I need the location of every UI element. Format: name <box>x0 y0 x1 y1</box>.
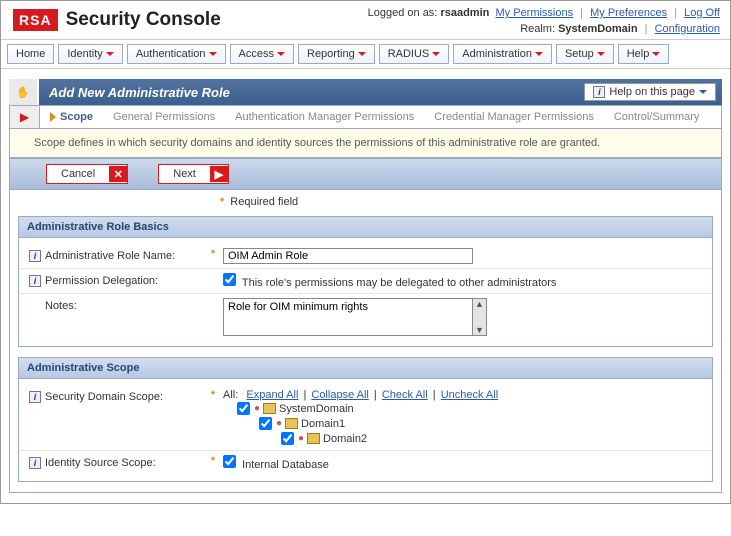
brand: RSA Security Console <box>13 5 221 31</box>
my-permissions-link[interactable]: My Permissions <box>495 7 573 19</box>
wizard-header: ✋ Add New Administrative Role i Help on … <box>9 79 722 105</box>
notes-label: Notes: <box>45 300 77 312</box>
uncheck-all-link[interactable]: Uncheck All <box>441 389 498 401</box>
tab-scope[interactable]: Scope <box>40 106 103 128</box>
tree-node-systemdomain[interactable]: ● SystemDomain <box>237 401 702 416</box>
tab-nav-arrow[interactable]: ▶ <box>10 106 40 128</box>
menu-radius[interactable]: RADIUS <box>379 44 450 64</box>
main-panel: Cancel✕ Next▶ *Required field Administra… <box>9 158 722 493</box>
expand-all-link[interactable]: Expand All <box>246 389 298 401</box>
role-name-label: Administrative Role Name: <box>45 250 175 262</box>
help-on-page-button[interactable]: i Help on this page <box>584 83 716 101</box>
permission-delegation-label: Permission Delegation: <box>45 275 158 287</box>
tree-node-domain2[interactable]: ● Domain2 <box>281 431 702 446</box>
tree-action-links: All: Expand All | Collapse All | Check A… <box>223 389 702 401</box>
chevron-down-icon <box>699 90 707 94</box>
chevron-down-icon <box>535 52 543 56</box>
tree-node-label: Domain2 <box>323 433 367 445</box>
collapse-all-link[interactable]: Collapse All <box>311 389 368 401</box>
tab-auth-manager-permissions[interactable]: Authentication Manager Permissions <box>225 106 424 128</box>
chevron-down-icon <box>432 52 440 56</box>
tree-node-domain1[interactable]: ● Domain1 <box>259 416 702 431</box>
menu-administration[interactable]: Administration <box>453 44 552 64</box>
notes-textarea[interactable]: Role for OIM minimum rights <box>223 298 473 336</box>
folder-icon <box>263 403 276 414</box>
folder-icon <box>285 418 298 429</box>
required-note: *Required field <box>10 190 721 214</box>
tree-node-label: SystemDomain <box>279 403 354 415</box>
chevron-down-icon <box>277 52 285 56</box>
chevron-down-icon <box>652 52 660 56</box>
arrow-right-icon <box>50 112 56 122</box>
role-name-input[interactable] <box>223 248 473 264</box>
chevron-down-icon <box>106 52 114 56</box>
identity-source-checkbox[interactable] <box>223 455 236 468</box>
logged-on-user: rsaadmin <box>440 7 489 19</box>
console-title: Security Console <box>66 9 221 31</box>
wizard-tabs: ▶ Scope General Permissions Authenticati… <box>9 105 722 129</box>
chevron-down-icon <box>209 52 217 56</box>
folder-icon <box>307 433 320 444</box>
wizard: ✋ Add New Administrative Role i Help on … <box>9 79 722 493</box>
tab-cred-manager-permissions[interactable]: Credential Manager Permissions <box>424 106 604 128</box>
top-bar: RSA Security Console Logged on as: rsaad… <box>1 1 730 39</box>
permission-delegation-checkbox[interactable] <box>223 273 236 286</box>
wizard-icon: ✋ <box>9 79 39 105</box>
realm-value: SystemDomain <box>558 23 637 35</box>
close-icon: ✕ <box>109 166 127 182</box>
wizard-description: Scope defines in which security domains … <box>9 129 722 158</box>
menu-help[interactable]: Help <box>618 44 670 64</box>
section-scope-header: Administrative Scope <box>18 357 713 379</box>
tree-checkbox[interactable] <box>259 417 272 430</box>
tree-node-label: Domain1 <box>301 418 345 430</box>
domain-icon: ● <box>276 418 282 429</box>
security-domain-scope-label: Security Domain Scope: <box>45 391 163 403</box>
menu-home[interactable]: Home <box>7 44 54 64</box>
info-icon[interactable]: i <box>29 457 41 469</box>
check-all-link[interactable]: Check All <box>382 389 428 401</box>
permission-delegation-text: This role's permissions may be delegated… <box>242 277 557 289</box>
section-basics-header: Administrative Role Basics <box>18 216 713 238</box>
menu-reporting[interactable]: Reporting <box>298 44 375 64</box>
menu-identity[interactable]: Identity <box>58 44 122 64</box>
info-icon[interactable]: i <box>29 275 41 287</box>
menubar: Home Identity Authentication Access Repo… <box>1 39 730 69</box>
chevron-down-icon <box>597 52 605 56</box>
domain-icon: ● <box>254 403 260 414</box>
rsa-logo: RSA <box>13 9 58 31</box>
tree-checkbox[interactable] <box>281 432 294 445</box>
log-off-link[interactable]: Log Off <box>684 7 720 19</box>
realm-label: Realm: <box>520 23 555 35</box>
all-label: All: <box>223 389 238 401</box>
configuration-link[interactable]: Configuration <box>655 23 720 35</box>
domain-icon: ● <box>298 433 304 444</box>
arrow-right-icon: ▶ <box>210 166 228 182</box>
identity-source-value: Internal Database <box>242 459 329 471</box>
tab-control-summary[interactable]: Control/Summary <box>604 106 710 128</box>
textarea-scrollbar[interactable]: ▲▼ <box>473 298 487 336</box>
chevron-down-icon <box>358 52 366 56</box>
wizard-title: Add New Administrative Role <box>39 80 240 105</box>
info-icon[interactable]: i <box>29 250 41 262</box>
section-basics: Administrative Role Basics i Administrat… <box>18 216 713 347</box>
next-button[interactable]: Next▶ <box>158 164 229 184</box>
tree-checkbox[interactable] <box>237 402 250 415</box>
tab-general-permissions[interactable]: General Permissions <box>103 106 225 128</box>
info-icon: i <box>593 86 605 98</box>
cancel-button[interactable]: Cancel✕ <box>46 164 128 184</box>
menu-authentication[interactable]: Authentication <box>127 44 226 64</box>
menu-setup[interactable]: Setup <box>556 44 614 64</box>
top-links: Logged on as: rsaadmin My Permissions | … <box>368 5 720 37</box>
menu-access[interactable]: Access <box>230 44 294 64</box>
identity-source-scope-label: Identity Source Scope: <box>45 457 156 469</box>
info-icon[interactable]: i <box>29 391 41 403</box>
logged-on-label: Logged on as: <box>368 7 438 19</box>
section-scope: Administrative Scope i Security Domain S… <box>18 357 713 482</box>
action-buttons-row: Cancel✕ Next▶ <box>10 159 721 190</box>
my-preferences-link[interactable]: My Preferences <box>590 7 667 19</box>
domain-tree: ● SystemDomain ● Domain1 ● <box>223 401 702 446</box>
